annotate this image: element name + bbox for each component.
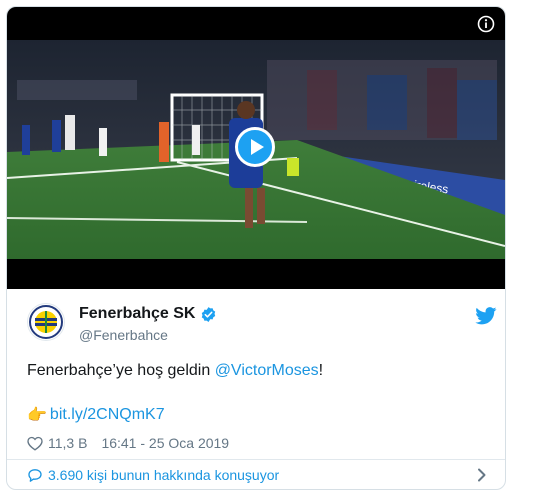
pointing-hand-emoji: 👉: [27, 407, 47, 424]
play-icon: [250, 139, 264, 155]
play-button[interactable]: [235, 127, 275, 167]
avatar[interactable]: [27, 303, 65, 341]
account-handle[interactable]: @Fenerbahce: [79, 327, 168, 343]
video-player[interactable]: tomorrow wireless: [7, 7, 505, 289]
tweet-text-main: Fenerbahçe’ye hoş geldin: [27, 362, 215, 379]
tweet-meta: 11,3 B 16:41 - 25 Oca 2019: [27, 435, 229, 451]
like-count[interactable]: 11,3 B: [48, 435, 87, 451]
mention-link[interactable]: @VictorMoses: [215, 362, 319, 379]
divider: [7, 459, 505, 460]
embedded-tweet-card: tomorrow wireless: [6, 6, 506, 490]
conversation-link[interactable]: 3.690 kişi bunun hakkında konuşuyor: [27, 465, 487, 485]
speech-bubble-icon: [28, 468, 42, 482]
short-link[interactable]: bit.ly/2CNQmK7: [50, 406, 165, 424]
twitter-bird-icon[interactable]: [475, 307, 497, 325]
verified-badge-icon: [202, 306, 216, 322]
tweet-text-end: !: [318, 362, 324, 379]
account-name[interactable]: Fenerbahçe SK: [79, 305, 195, 323]
conversation-count-text: 3.690 kişi bunun hakkında konuşuyor: [48, 467, 280, 483]
name-row: Fenerbahçe SK: [79, 305, 217, 323]
heart-icon[interactable]: [27, 436, 43, 451]
fenerbahce-logo-icon: [29, 305, 63, 339]
tweet-header: Fenerbahçe SK @Fenerbahce: [27, 303, 497, 351]
tweet-text: Fenerbahçe’ye hoş geldin @VictorMoses!: [27, 362, 323, 380]
info-icon[interactable]: [477, 15, 495, 33]
chevron-right-icon[interactable]: [477, 468, 487, 482]
tweet-timestamp[interactable]: 16:41 - 25 Oca 2019: [101, 435, 229, 451]
tweet-link-line: 👉 bit.ly/2CNQmK7: [27, 405, 165, 425]
